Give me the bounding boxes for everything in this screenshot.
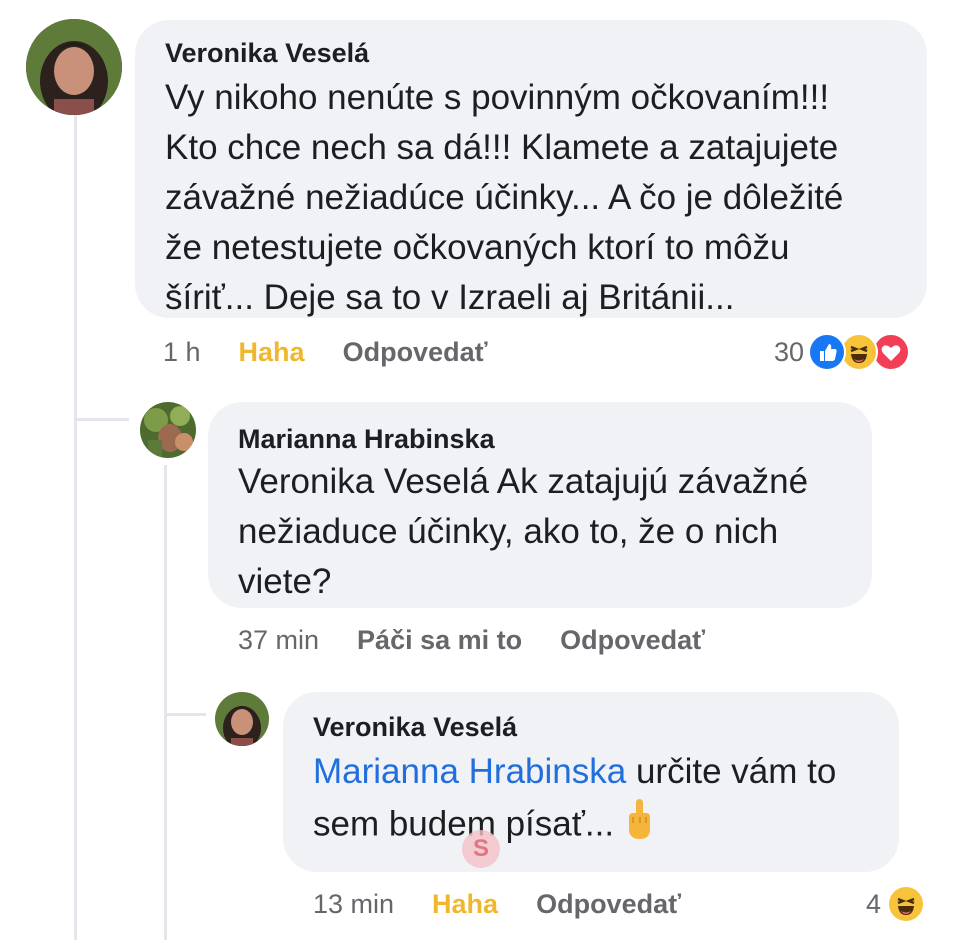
reaction-count: 30 <box>774 336 805 367</box>
reaction-summary[interactable]: 4 <box>866 884 926 924</box>
comment-text: Veronika Veselá Ak zatajujú závažné neži… <box>238 462 809 601</box>
comment-author[interactable]: Veronika Veselá <box>165 38 897 69</box>
comment-actions: 13 min Haha Odpovedať <box>313 884 681 924</box>
avatar[interactable] <box>140 402 196 458</box>
haha-reaction-button[interactable]: Haha <box>432 889 498 920</box>
haha-reaction-button[interactable]: Haha <box>239 337 305 368</box>
reply-button[interactable]: Odpovedať <box>343 337 488 368</box>
reply-button[interactable]: Odpovedať <box>560 625 705 656</box>
comment-author[interactable]: Veronika Veselá <box>313 712 869 743</box>
comment-text: Marianna Hrabinska určite vám to sem bud… <box>313 747 869 855</box>
reaction-summary[interactable]: 30 <box>774 332 911 372</box>
comment-text: Vy nikoho nenúte s povinným očkovaním!!!… <box>165 78 844 317</box>
comment-timestamp[interactable]: 37 min <box>238 625 319 656</box>
comment-actions: 37 min Páči sa mi to Odpovedať <box>238 620 705 660</box>
haha-icon <box>887 885 926 923</box>
comment-bubble: Marianna Hrabinska Veronika Veselá Ak za… <box>208 402 872 608</box>
mention-link[interactable]: Marianna Hrabinska <box>313 752 626 791</box>
reply-button[interactable]: Odpovedať <box>536 889 681 920</box>
thread-line <box>164 465 167 940</box>
comment-timestamp[interactable]: 1 h <box>163 337 201 368</box>
like-icon <box>808 333 847 371</box>
like-button[interactable]: Páči sa mi to <box>357 625 522 656</box>
thread-line <box>74 112 77 940</box>
comment-bubble: Veronika Veselá Marianna Hrabinska určit… <box>283 692 899 872</box>
avatar[interactable] <box>26 19 122 115</box>
comment-timestamp[interactable]: 13 min <box>313 889 394 920</box>
avatar[interactable] <box>215 692 269 746</box>
thread-connector <box>164 713 206 716</box>
comment-author[interactable]: Marianna Hrabinska <box>238 424 842 455</box>
reaction-count: 4 <box>866 888 882 919</box>
comment-bubble: Veronika Veselá Vy nikoho nenúte s povin… <box>135 20 927 318</box>
thread-connector <box>74 418 129 421</box>
middle-finger-emoji-icon <box>624 797 654 855</box>
comment-actions: 1 h Haha Odpovedať <box>163 332 488 372</box>
watermark-logo: S <box>462 830 500 868</box>
